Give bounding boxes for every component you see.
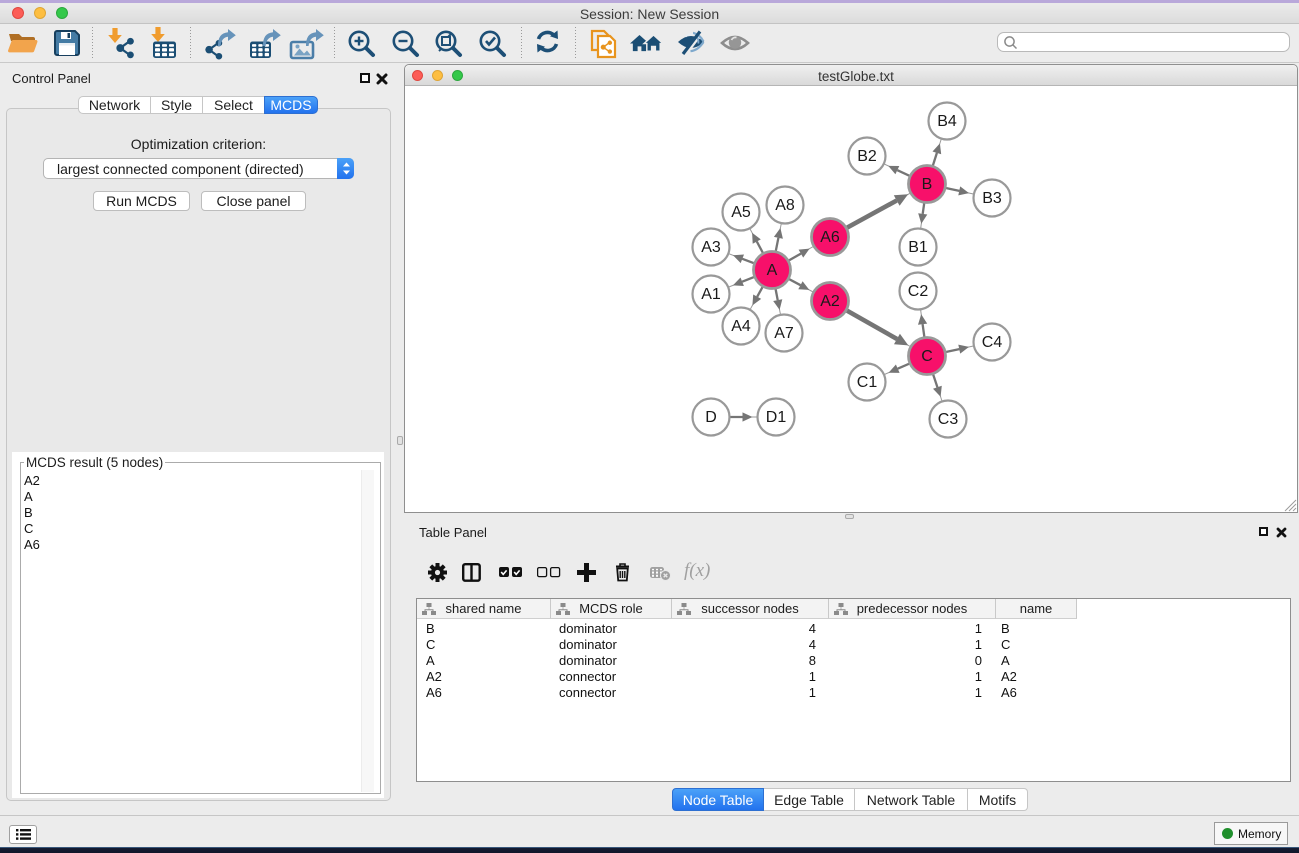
svg-text:A7: A7 [774, 325, 794, 342]
svg-text:A: A [767, 262, 778, 279]
svg-text:A8: A8 [775, 197, 795, 214]
svg-text:C1: C1 [857, 374, 878, 391]
svg-text:B4: B4 [937, 113, 957, 130]
svg-text:D: D [705, 409, 717, 426]
svg-text:A2: A2 [820, 293, 840, 310]
svg-text:C: C [921, 348, 933, 365]
svg-text:D1: D1 [766, 409, 787, 426]
svg-text:B1: B1 [908, 239, 928, 256]
svg-text:A5: A5 [731, 204, 751, 221]
svg-text:A1: A1 [701, 286, 721, 303]
svg-text:A6: A6 [820, 229, 840, 246]
svg-text:C4: C4 [982, 334, 1003, 351]
svg-text:B: B [922, 176, 933, 193]
svg-text:A3: A3 [701, 239, 721, 256]
svg-text:C2: C2 [908, 283, 929, 300]
svg-text:B2: B2 [857, 148, 877, 165]
svg-text:C3: C3 [938, 411, 959, 428]
svg-text:B3: B3 [982, 190, 1002, 207]
svg-text:A4: A4 [731, 318, 751, 335]
